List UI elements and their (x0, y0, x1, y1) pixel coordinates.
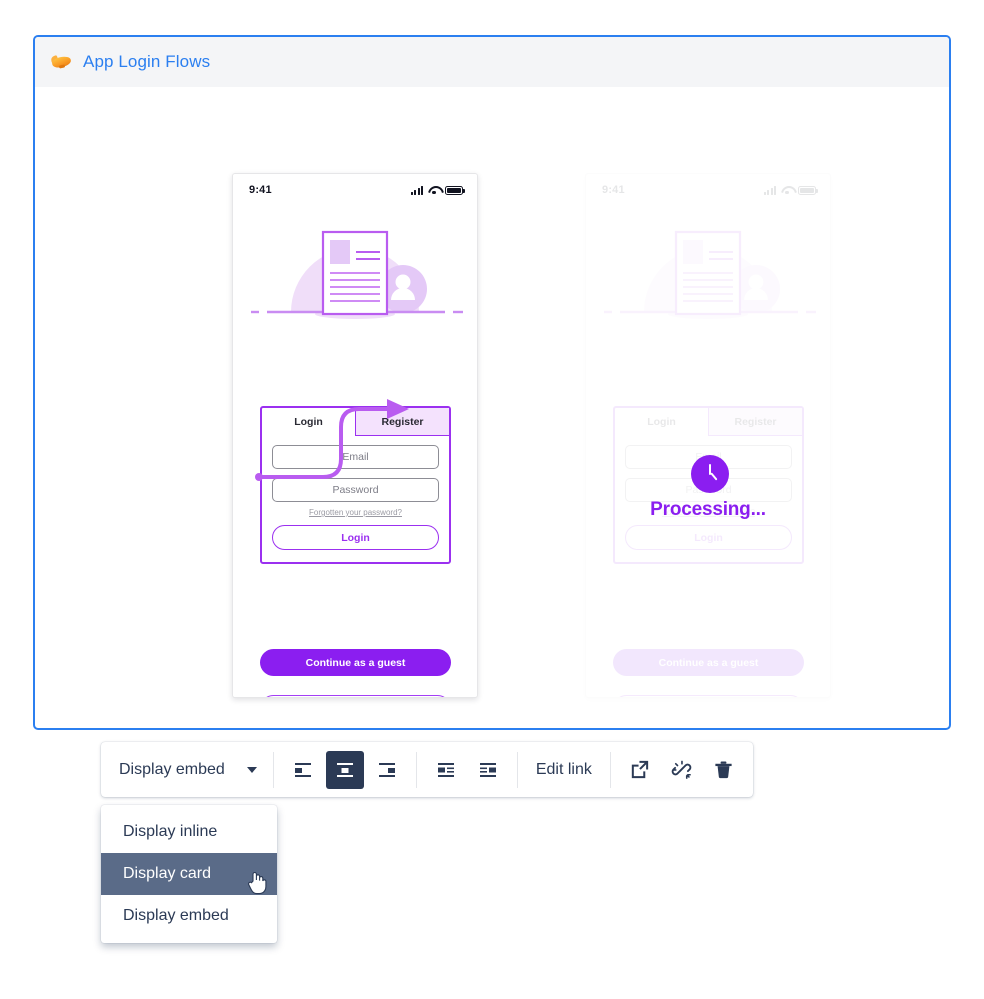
signal-icon (410, 185, 423, 195)
forgot-password-link[interactable]: Forgotten your password? (262, 508, 449, 517)
display-mode-label: Display embed (119, 760, 225, 778)
continue-as-guest-button[interactable]: Continue as a guest (260, 649, 451, 676)
tab-register[interactable]: Register (355, 408, 449, 436)
battery-icon (798, 185, 818, 195)
auth-card: Login Register Email Password Forgotten … (613, 406, 804, 564)
menu-item-display-inline[interactable]: Display inline (101, 811, 277, 853)
auth-card: Login Register Email Password Forgotten … (260, 406, 451, 564)
auth-tabs: Login Register (262, 408, 449, 436)
wifi-icon (428, 186, 440, 195)
wrap-right-icon (479, 762, 496, 777)
align-right-icon (378, 762, 395, 777)
email-field: Email (625, 445, 792, 469)
display-mode-dropdown[interactable]: Display embed (101, 742, 273, 797)
continue-as-guest-button: Continue as a guest (613, 649, 804, 676)
align-left-icon (294, 762, 311, 777)
align-center-button[interactable] (325, 750, 364, 789)
auth-tabs: Login Register (615, 408, 802, 436)
unlink-button[interactable] (663, 751, 701, 789)
embed-canvas: 9:41 Login Register Email Password Forgo… (41, 93, 943, 722)
login-screen-mockup: 9:41 Login Register Email Password Forgo… (232, 173, 478, 698)
back-button: Back (613, 695, 804, 697)
open-in-new-button[interactable] (621, 751, 659, 789)
embed-header: App Login Flows (35, 37, 949, 87)
action-button-group (611, 751, 753, 789)
status-bar: 9:41 (586, 174, 830, 200)
tab-login[interactable]: Login (262, 408, 355, 436)
embed-toolbar: Display embed Edit link (101, 742, 753, 797)
align-right-button[interactable] (368, 751, 406, 789)
forgot-password-link: Forgotten your password? (662, 508, 755, 517)
password-field[interactable]: Password (272, 478, 439, 502)
trash-icon (715, 761, 732, 779)
pointer-hand-cursor (248, 872, 267, 895)
battery-icon (445, 185, 465, 195)
tab-login: Login (647, 416, 676, 428)
edit-link-button[interactable]: Edit link (518, 742, 610, 797)
screenshot-root: App Login Flows 9:41 Login Register Emai… (0, 0, 984, 999)
tab-register: Register (708, 408, 802, 436)
processing-screen-mockup: 9:41 Login Register Email Password Forgo… (585, 173, 831, 698)
delete-button[interactable] (705, 751, 743, 789)
open-in-new-icon (632, 760, 649, 779)
embed-card[interactable]: App Login Flows 9:41 Login Register Emai… (33, 35, 951, 730)
embed-title[interactable]: App Login Flows (83, 52, 210, 72)
document-user-illustration (233, 200, 477, 330)
align-button-group (274, 750, 416, 789)
status-bar: 9:41 (233, 174, 477, 200)
wrap-button-group (417, 751, 517, 789)
email-field[interactable]: Email (272, 445, 439, 469)
unlink-icon (672, 760, 692, 779)
wrap-right-button[interactable] (469, 751, 507, 789)
menu-item-display-embed[interactable]: Display embed (101, 895, 277, 937)
wifi-icon (781, 186, 793, 195)
status-time: 9:41 (249, 184, 272, 196)
back-button[interactable]: Back (260, 695, 451, 697)
login-button[interactable]: Login (272, 525, 439, 550)
wrap-left-button[interactable] (427, 751, 465, 789)
blimp-icon (50, 51, 73, 73)
document-user-illustration (586, 200, 830, 330)
signal-icon (763, 185, 776, 195)
align-left-button[interactable] (284, 751, 322, 789)
login-button: Login (625, 525, 792, 550)
password-field: Password (625, 478, 792, 502)
wrap-left-icon (437, 762, 454, 777)
chevron-down-icon (246, 766, 257, 773)
status-time: 9:41 (602, 184, 625, 196)
align-center-icon (336, 762, 353, 777)
